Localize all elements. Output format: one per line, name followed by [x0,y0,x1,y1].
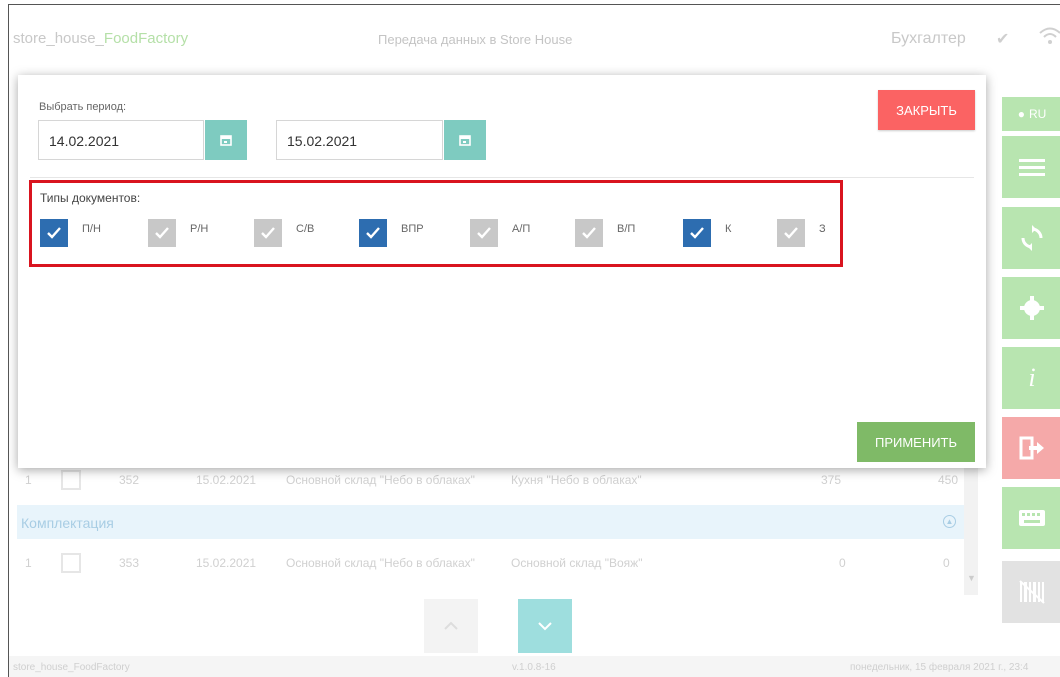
page-down-button[interactable] [518,599,572,653]
checkmark-icon [477,227,491,239]
menu-icon [1019,159,1045,176]
doc-type-label: ВПР [401,223,424,235]
checkmark-icon [366,227,380,239]
gear-icon [1020,296,1044,320]
calendar-icon [459,135,471,146]
user-role[interactable]: Бухгалтер [891,30,966,48]
doc-type-label: З [819,223,826,235]
doc-type-checkbox[interactable] [40,219,68,247]
doc-type-checkbox[interactable] [575,219,603,247]
row-checkbox[interactable] [61,470,81,490]
close-button[interactable]: ЗАКРЫТЬ [878,90,975,130]
date-from-calendar-button[interactable] [205,120,247,160]
scroll-down-icon[interactable]: ▼ [967,573,976,583]
app-title: store_house_FoodFactory [13,30,189,47]
app-window: store_house_FoodFactory Передача данных … [8,4,1060,677]
period-label: Выбрать период: [39,101,127,113]
date-from-field[interactable]: 14.02.2021 [38,120,204,160]
logout-icon [1019,436,1044,460]
sync-icon [1021,225,1043,251]
doc-type-checkbox[interactable] [683,219,711,247]
menu-button[interactable] [1002,136,1060,198]
doc-type-checkbox[interactable] [359,219,387,247]
doc-type-label: С/В [296,223,315,235]
doc-type-checkbox[interactable] [777,219,805,247]
footer: store_house_FoodFactory v.1.0.8-16 понед… [9,656,1060,677]
footer-version: v.1.0.8-16 [512,662,556,673]
doc-type-checkbox[interactable] [148,219,176,247]
checkmark-icon [784,227,798,239]
calendar-icon [220,135,232,146]
keyboard-button[interactable] [1002,487,1060,549]
logout-button[interactable] [1002,417,1060,479]
barcode-off-icon [1019,580,1045,604]
chevron-up-icon [444,621,458,630]
apply-button[interactable]: ПРИМЕНИТЬ [857,422,975,462]
table-row[interactable]: 1 352 15.02.2021 Основной склад "Небо в … [17,463,964,497]
table-row[interactable]: 1 353 15.02.2021 Основной склад "Небо в … [17,546,964,580]
date-to-calendar-button[interactable] [444,120,486,160]
doc-type-label: А/П [512,223,531,235]
checkmark-icon [155,227,169,239]
filter-dialog: Выбрать период: 14.02.2021 15.02.2021 ЗА… [18,75,986,468]
footer-app-name: store_house_FoodFactory [13,662,130,673]
globe-icon: ● [1017,107,1025,121]
barcode-button[interactable] [1002,561,1060,623]
sync-button[interactable] [1002,207,1060,269]
doc-type-label: В/П [617,223,636,235]
language-button[interactable]: ● RU [1002,97,1060,131]
row-checkbox[interactable] [61,553,81,573]
settings-button[interactable] [1002,277,1060,339]
keyboard-icon [1019,510,1045,526]
doc-type-checkbox[interactable] [254,219,282,247]
footer-datetime: понедельник, 15 февраля 2021 г., 23:4 [850,662,1029,673]
check-icon: ✔ [996,31,1010,48]
wifi-icon[interactable] [1037,25,1060,47]
chevron-down-icon [538,622,552,631]
info-button[interactable]: i [1002,347,1060,409]
section-header[interactable]: Комплектация ▲ [17,505,964,539]
doc-type-label: Р/Н [190,223,209,235]
doc-type-label: К [725,223,732,235]
document-types-label: Типы документов: [40,191,141,205]
date-to-field[interactable]: 15.02.2021 [276,120,443,160]
page-up-button[interactable] [424,599,478,653]
collapse-icon[interactable]: ▲ [943,515,956,528]
page-title: Передача данных в Store House [378,32,573,47]
checkmark-icon [582,227,596,239]
doc-type-label: П/Н [82,223,101,235]
document-types-group: Типы документов: П/Н Р/Н С/В ВПР А/П В/П К З [29,180,843,267]
info-icon: i [1028,363,1036,392]
divider [30,177,974,178]
checkmark-icon [47,227,61,239]
header: store_house_FoodFactory Передача данных … [9,5,1060,65]
checkmark-icon [690,227,704,239]
doc-type-checkbox[interactable] [470,219,498,247]
checkmark-icon [261,227,275,239]
